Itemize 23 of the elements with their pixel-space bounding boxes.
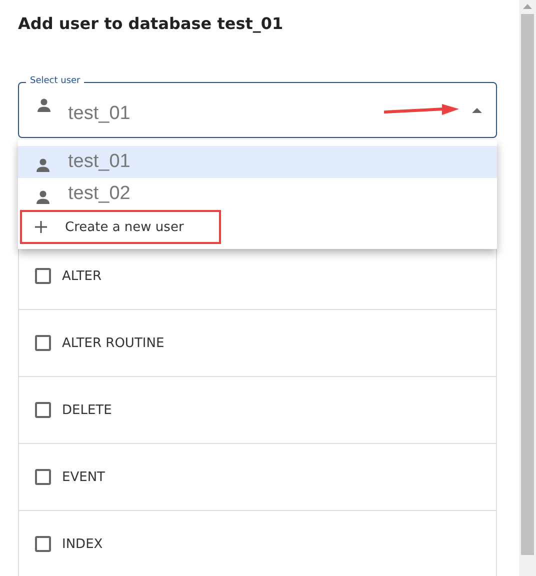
privilege-label: DELETE [62, 402, 112, 418]
user-option[interactable]: test_02 [18, 178, 497, 210]
checkbox[interactable] [35, 402, 51, 418]
person-icon [35, 189, 51, 205]
user-option[interactable]: test_01 [18, 146, 497, 178]
privilege-label: ALTER [62, 268, 102, 284]
person-icon [36, 97, 52, 113]
caret-icon[interactable] [472, 108, 482, 112]
person-icon [35, 157, 51, 173]
privilege-label: ALTER ROUTINE [62, 336, 164, 350]
dialog-title: Add user to database test_01 [18, 14, 284, 34]
create-user-option[interactable]: Create a new user [65, 220, 184, 234]
scrollbar-thumb[interactable] [521, 14, 534, 555]
plus-icon[interactable] [35, 221, 47, 233]
checkbox[interactable] [35, 335, 51, 351]
privilege-label: EVENT [62, 470, 105, 484]
select-user-field[interactable]: test_01 [18, 82, 497, 138]
privilege-label: INDEX [62, 536, 103, 552]
selected-value: test_01 [68, 103, 130, 125]
checkbox[interactable] [35, 536, 51, 552]
checkbox[interactable] [35, 268, 51, 284]
scrollbar[interactable] [519, 0, 536, 576]
checkbox[interactable] [35, 469, 51, 485]
